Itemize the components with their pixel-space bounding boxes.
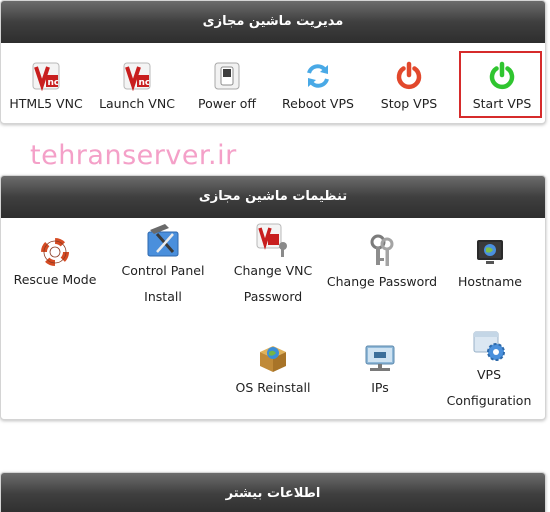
network-icon — [365, 345, 395, 371]
power-switch-icon — [214, 62, 240, 90]
html5-vnc-label: HTML5 VNC — [9, 96, 83, 111]
change-vnc-password-button[interactable]: Change VNC Password — [227, 222, 319, 310]
change-vnc-label-line2: Password — [243, 289, 303, 304]
vnc-icon: nc — [123, 62, 151, 91]
rescue-mode-label: Rescue Mode — [13, 272, 97, 287]
launch-vnc-label: Launch VNC — [99, 96, 175, 111]
lifebuoy-icon — [41, 238, 69, 266]
launch-vnc-button[interactable]: nc Launch VNC — [95, 61, 179, 111]
hostname-label: Hostname — [458, 274, 522, 289]
control-panel-label-line1: Control Panel — [121, 263, 205, 278]
vps-configuration-button[interactable]: VPS Configuration — [441, 328, 537, 414]
more-info-title[interactable]: اطلاعات بیشتر — [1, 473, 545, 512]
hostname-button[interactable]: Hostname — [453, 238, 527, 289]
more-info-panel: اطلاعات بیشتر — [0, 472, 546, 512]
tools-icon — [147, 224, 179, 257]
html5-vnc-button[interactable]: nc HTML5 VNC — [6, 61, 86, 111]
change-password-label: Change Password — [326, 274, 438, 289]
svg-text:nc: nc — [139, 78, 151, 88]
keys-icon — [370, 234, 394, 266]
power-off-label: Power off — [197, 96, 257, 111]
control-panel-label-line2: Install — [144, 289, 182, 304]
vm-management-title: مدیریت ماشین مجازی — [1, 1, 545, 43]
config-gear-icon — [473, 331, 505, 361]
vm-settings-title: تنظیمات ماشین مجازی — [1, 176, 545, 218]
change-vnc-label-line1: Change VNC — [233, 263, 313, 278]
stop-vps-label: Stop VPS — [380, 96, 438, 111]
control-panel-install-button[interactable]: Control Panel Install — [117, 222, 209, 310]
reboot-vps-button[interactable]: Reboot VPS — [276, 61, 360, 111]
os-reinstall-button[interactable]: OS Reinstall — [227, 342, 319, 395]
rescue-mode-button[interactable]: Rescue Mode — [9, 238, 101, 287]
vps-config-label-line2: Configuration — [446, 393, 532, 408]
watermark-text: tehranserver.ir — [30, 140, 237, 171]
monitor-globe-icon — [477, 240, 503, 264]
vnc-key-icon — [256, 223, 287, 257]
selected-action-highlight — [459, 51, 542, 118]
vps-config-label-line1: VPS — [476, 367, 502, 382]
vm-settings-panel: تنظیمات ماشین مجازی Rescue Mode Control … — [0, 175, 546, 420]
reboot-vps-label: Reboot VPS — [282, 96, 354, 111]
vnc-icon: nc — [32, 62, 60, 91]
os-reinstall-label: OS Reinstall — [235, 380, 311, 395]
svg-text:nc: nc — [48, 78, 60, 88]
refresh-icon — [307, 64, 329, 88]
stop-vps-button[interactable]: Stop VPS — [373, 61, 445, 111]
ips-label: IPs — [371, 380, 389, 395]
power-off-button[interactable]: Power off — [191, 61, 263, 111]
power-stop-icon — [396, 61, 422, 90]
box-globe-icon — [260, 346, 286, 372]
change-password-button[interactable]: Change Password — [326, 234, 438, 289]
ips-button[interactable]: IPs — [343, 342, 417, 395]
